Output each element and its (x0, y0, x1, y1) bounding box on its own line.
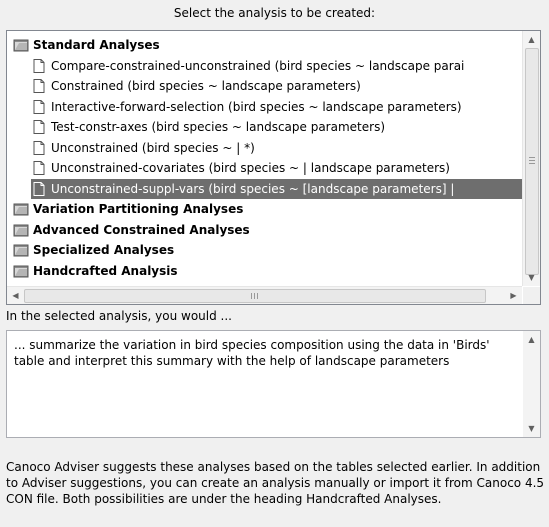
scroll-down-arrow-icon[interactable]: ▼ (523, 269, 540, 286)
vertical-scrollbar[interactable]: ▲ ▼ (522, 31, 540, 286)
analysis-tree[interactable]: Standard Analyses Compare-constrained-unc… (6, 30, 541, 305)
document-icon (31, 119, 47, 135)
folder-icon (13, 242, 29, 258)
document-icon (31, 99, 47, 115)
document-icon (31, 160, 47, 176)
horizontal-scrollbar[interactable]: ◀ ▶ (7, 286, 522, 304)
document-icon (31, 58, 47, 74)
tree-category[interactable]: Handcrafted Analysis (7, 261, 522, 281)
tree-label: Standard Analyses (33, 38, 160, 52)
vertical-scroll-thumb[interactable] (525, 48, 539, 275)
tree-label: Unconstrained (bird species ~ | *) (51, 140, 255, 155)
tree-label: Interactive-forward-selection (bird spec… (51, 99, 462, 114)
folder-icon (13, 263, 29, 279)
scroll-up-arrow-icon[interactable]: ▲ (523, 31, 540, 48)
tree-category[interactable]: Standard Analyses (7, 35, 522, 55)
selected-analysis-heading: In the selected analysis, you would ... (6, 309, 232, 323)
tree-label: Advanced Constrained Analyses (33, 222, 250, 237)
tree-label: Specialized Analyses (33, 243, 175, 257)
tree-item[interactable]: Interactive-forward-selection (bird spec… (7, 97, 522, 117)
tree-label: Compare-constrained-unconstrained (bird … (51, 58, 465, 73)
scrollbar-corner (523, 287, 540, 304)
tree-item[interactable]: Compare-constrained-unconstrained (bird … (7, 56, 522, 76)
description-scroll-down-icon[interactable]: ▼ (523, 420, 540, 437)
dialog-prompt: Select the analysis to be created: (173, 6, 376, 20)
tree-label: Test-constr-axes (bird species ~ landsca… (51, 120, 385, 134)
tree-category[interactable]: Specialized Analyses (7, 240, 522, 260)
folder-icon (13, 222, 29, 238)
tree-item[interactable]: Test-constr-axes (bird species ~ landsca… (7, 117, 522, 137)
folder-icon (13, 37, 29, 53)
analysis-tree-content: Standard Analyses Compare-constrained-unc… (7, 31, 522, 286)
scroll-right-arrow-icon[interactable]: ▶ (505, 287, 522, 304)
tree-category[interactable]: Advanced Constrained Analyses (7, 220, 522, 240)
scroll-left-arrow-icon[interactable]: ◀ (7, 287, 24, 304)
tree-label: Unconstrained-covariates (bird species ~… (51, 161, 450, 175)
analysis-description-text: ... summarize the variation in bird spec… (14, 338, 490, 368)
tree-item[interactable]: Constrained (bird species ~ landscape pa… (7, 76, 522, 96)
tree-item[interactable]: Unconstrained-suppl-vars (bird species ~… (7, 178, 522, 199)
document-icon (31, 181, 47, 197)
description-scrollbar[interactable]: ▲ ▼ (523, 331, 540, 437)
document-icon (31, 78, 47, 94)
analysis-description-box[interactable]: ... summarize the variation in bird spec… (6, 330, 541, 438)
horizontal-scroll-thumb[interactable] (24, 289, 486, 303)
tree-label: Unconstrained-suppl-vars (bird species ~… (51, 178, 459, 199)
tree-item[interactable]: Unconstrained (bird species ~ | *) (7, 138, 522, 158)
folder-icon (13, 201, 29, 217)
adviser-footer-note: Canoco Adviser suggests these analyses b… (6, 460, 545, 506)
tree-category[interactable]: Variation Partitioning Analyses (7, 199, 522, 219)
tree-label: Constrained (bird species ~ landscape pa… (51, 79, 361, 93)
description-scroll-up-icon[interactable]: ▲ (523, 331, 540, 348)
tree-label: Variation Partitioning Analyses (33, 202, 244, 216)
tree-item[interactable]: Unconstrained-covariates (bird species ~… (7, 158, 522, 178)
tree-label: Handcrafted Analysis (33, 263, 178, 278)
document-icon (31, 140, 47, 156)
